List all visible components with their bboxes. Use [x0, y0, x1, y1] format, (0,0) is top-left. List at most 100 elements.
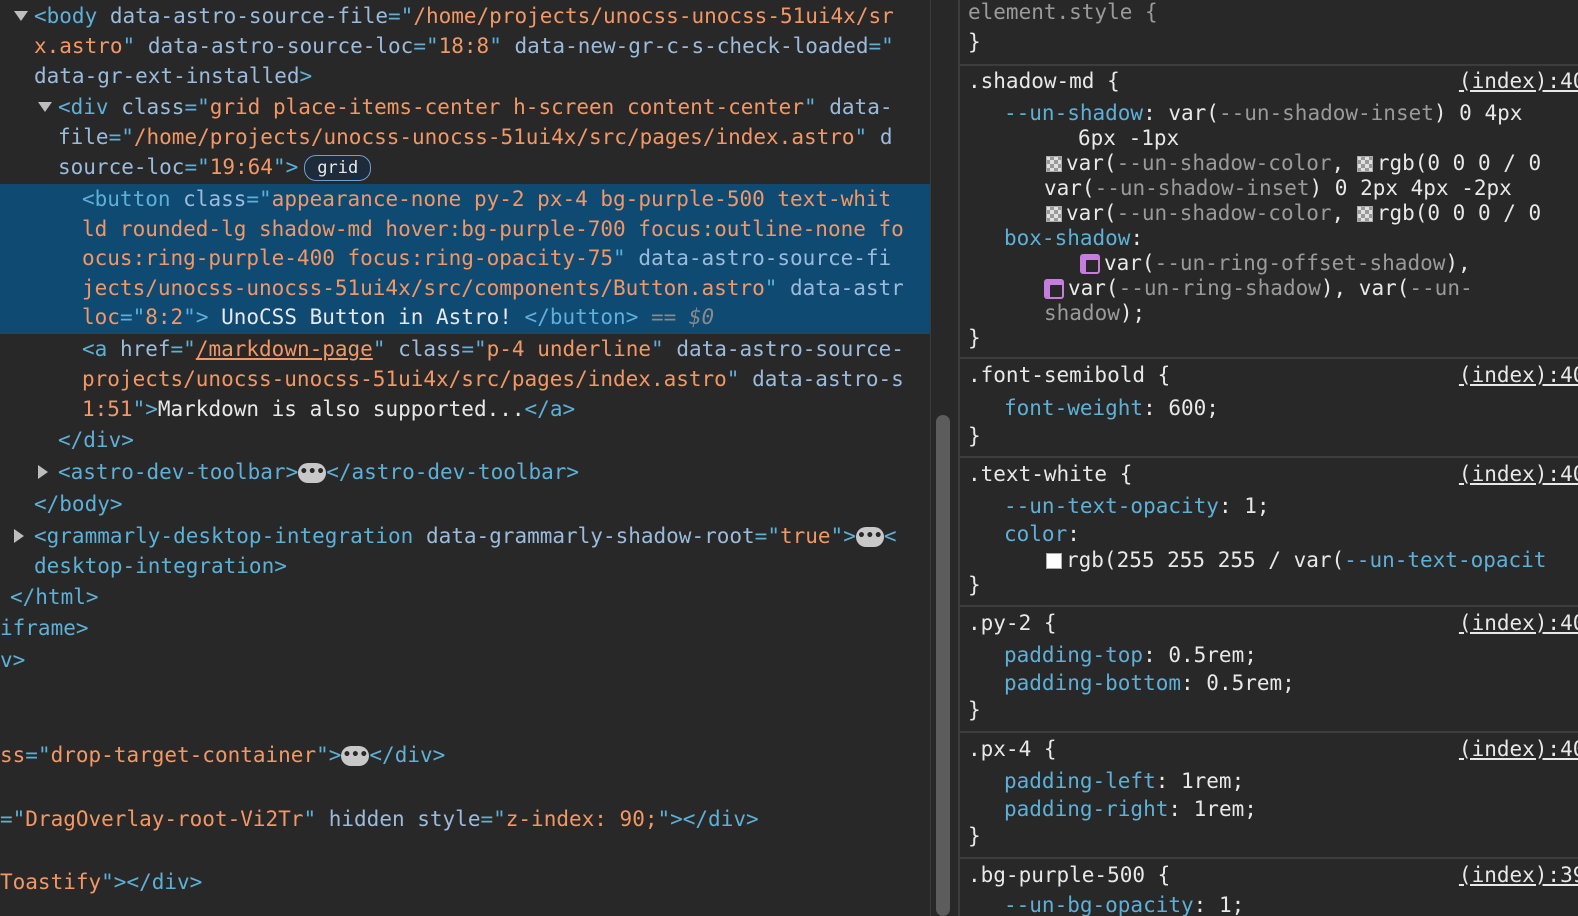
css-declaration[interactable]: padding-bottom: 0.5rem; — [1004, 668, 1295, 698]
token: p-4 underline — [486, 337, 652, 361]
grid-badge[interactable]: grid — [304, 155, 372, 181]
dom-node-line[interactable]: ld rounded-lg shadow-md hover:bg-purple-… — [82, 214, 904, 244]
color-swatch[interactable] — [1356, 206, 1373, 222]
token: <button — [82, 187, 184, 211]
token: =" — [170, 337, 196, 361]
css-declaration[interactable]: font-weight: 600; — [1004, 393, 1219, 423]
token: =" — [480, 807, 506, 831]
dom-node-line[interactable]: source-loc="19:64"> grid — [58, 152, 372, 182]
dom-node-line[interactable]: <body data-astro-source-file="/home/proj… — [14, 1, 894, 31]
dom-node-line[interactable]: ="DragOverlay-root-Vi2Tr" hidden style="… — [0, 804, 759, 834]
token: --un-shadow-inset — [1094, 176, 1310, 200]
rule-source-link[interactable]: (index):405 — [1459, 66, 1578, 96]
token: </div> — [369, 743, 446, 767]
rule-source-link[interactable]: (index):402 — [1459, 459, 1578, 489]
rule-selector[interactable]: .px-4 { — [968, 734, 1057, 764]
token: jects/unocss-unocss-51ui4x/src/component… — [82, 276, 765, 300]
dom-node-line[interactable]: ss="drop-target-container">•••</div> — [0, 740, 445, 770]
token: " — [122, 34, 148, 58]
dom-node-line[interactable]: x.astro" data-astro-source-loc="18:8" da… — [34, 31, 894, 61]
dom-node-line[interactable]: projects/unocss-unocss-51ui4x/src/pages/… — [82, 364, 904, 394]
css-declaration[interactable]: shadow); — [1044, 298, 1145, 328]
css-declaration[interactable]: --un-text-opacity: 1; — [1004, 491, 1270, 521]
token: padding-top — [1004, 643, 1144, 667]
rule-source-link[interactable]: (index):401 — [1459, 608, 1578, 638]
dom-node-line[interactable]: <grammarly-desktop-integration data-gram… — [14, 521, 897, 551]
rule-source-link[interactable]: (index):397 — [1459, 860, 1578, 890]
color-swatch[interactable] — [1046, 553, 1062, 569]
dom-node-line[interactable]: jects/unocss-unocss-51ui4x/src/component… — [82, 273, 904, 303]
color-swatch[interactable] — [1356, 156, 1373, 172]
shadow-editor-icon[interactable] — [1080, 254, 1100, 274]
dom-node-line[interactable]: ocus:ring-purple-400 focus:ring-opacity-… — [82, 243, 891, 273]
token: file — [58, 125, 109, 149]
token: desktop-integration> — [34, 554, 287, 578]
collapse-triangle-icon[interactable] — [14, 529, 24, 543]
css-declaration[interactable]: padding-top: 0.5rem; — [1004, 640, 1257, 670]
dom-node-line[interactable]: 1:51">Markdown is also supported...</a> — [82, 394, 575, 424]
dom-node-line[interactable]: </div> — [58, 425, 134, 455]
css-declaration[interactable]: rgb(255 255 255 / var(--un-text-opacit — [1046, 545, 1546, 575]
token: ); — [1119, 301, 1146, 325]
color-swatch[interactable] — [1046, 156, 1062, 172]
dom-node-line[interactable]: desktop-integration> — [34, 551, 287, 581]
dom-node-line[interactable]: <astro-dev-toolbar>•••</astro-dev-toolba… — [38, 457, 579, 487]
rule-selector[interactable]: .bg-purple-500 { — [968, 860, 1170, 890]
token: " — [854, 125, 880, 149]
token: true — [779, 524, 831, 548]
token: source-loc — [58, 155, 185, 179]
token: " — [489, 34, 515, 58]
dom-node-line[interactable]: data-gr-ext-installed> — [34, 61, 312, 91]
token: "> — [272, 155, 299, 179]
css-declaration[interactable]: --un-bg-opacity: 1; — [1004, 890, 1244, 916]
token: " — [726, 367, 753, 391]
ellipsis-icon[interactable]: ••• — [341, 746, 370, 766]
token: : 0.5rem; — [1181, 671, 1295, 695]
rule-close-brace: } — [968, 573, 981, 597]
dom-node-line[interactable]: loc="8:2"> UnoCSS Button in Astro! </but… — [82, 302, 714, 332]
token: --un-shadow-color — [1116, 201, 1332, 225]
shadow-editor-icon[interactable] — [1044, 279, 1064, 299]
token: data-astro-source-fi — [638, 246, 892, 270]
token: Toastify — [0, 870, 102, 894]
token: href — [119, 337, 171, 361]
expand-triangle-icon[interactable] — [14, 11, 28, 21]
rule-source-link[interactable]: (index):400 — [1459, 734, 1578, 764]
expand-triangle-icon[interactable] — [38, 102, 52, 112]
token: : var( — [1143, 101, 1219, 125]
token: /home/projects/unocss-unocss-51ui4x/sr — [413, 4, 894, 28]
dom-node-line[interactable]: file="/home/projects/unocss-unocss-51ui4… — [58, 122, 892, 152]
token: projects/unocss-unocss-51ui4x/src/pages/… — [82, 367, 727, 391]
token[interactable]: /markdown-page — [196, 337, 373, 361]
dom-node-line[interactable]: <button class="appearance-none py-2 px-4… — [82, 184, 891, 214]
token: hidden style — [328, 807, 481, 831]
rule-selector[interactable]: .shadow-md { — [968, 66, 1120, 96]
ellipsis-icon[interactable]: ••• — [298, 463, 327, 483]
rule-separator — [960, 605, 1578, 607]
rule-selector[interactable]: .py-2 { — [968, 608, 1057, 638]
dom-node-line[interactable]: <div class="grid place-items-center h-sc… — [38, 92, 892, 122]
rule-separator — [960, 857, 1578, 859]
dom-node-line[interactable]: Toastify"></div> — [0, 867, 202, 897]
collapse-triangle-icon[interactable] — [38, 465, 48, 479]
color-swatch[interactable] — [1046, 206, 1062, 222]
css-declaration[interactable]: padding-left: 1rem; — [1004, 766, 1244, 796]
token: <a — [82, 337, 120, 361]
css-declaration[interactable]: padding-right: 1rem; — [1004, 794, 1257, 824]
dom-node-line[interactable]: <a href="/markdown-page" class="p-4 unde… — [82, 334, 904, 364]
dom-node-line[interactable]: v> — [0, 645, 25, 675]
token: --un- — [1409, 276, 1473, 300]
token: 18:8 — [438, 34, 490, 58]
token: grid place-items-center h-screen content… — [209, 95, 804, 119]
ellipsis-icon[interactable]: ••• — [855, 527, 884, 547]
elements-scrollbar-thumb[interactable] — [936, 415, 950, 916]
dom-node-line[interactable]: </html> — [10, 582, 99, 612]
token: =" — [246, 187, 272, 211]
element-style-selector[interactable]: element.style { — [968, 0, 1158, 27]
rule-selector[interactable]: .text-white { — [968, 459, 1132, 489]
token: : 600; — [1143, 396, 1219, 420]
rule-source-link[interactable]: (index):403 — [1459, 360, 1578, 390]
dom-node-line[interactable]: </body> — [34, 489, 123, 519]
rule-selector[interactable]: .font-semibold { — [968, 360, 1170, 390]
dom-node-line[interactable]: iframe> — [0, 613, 89, 643]
